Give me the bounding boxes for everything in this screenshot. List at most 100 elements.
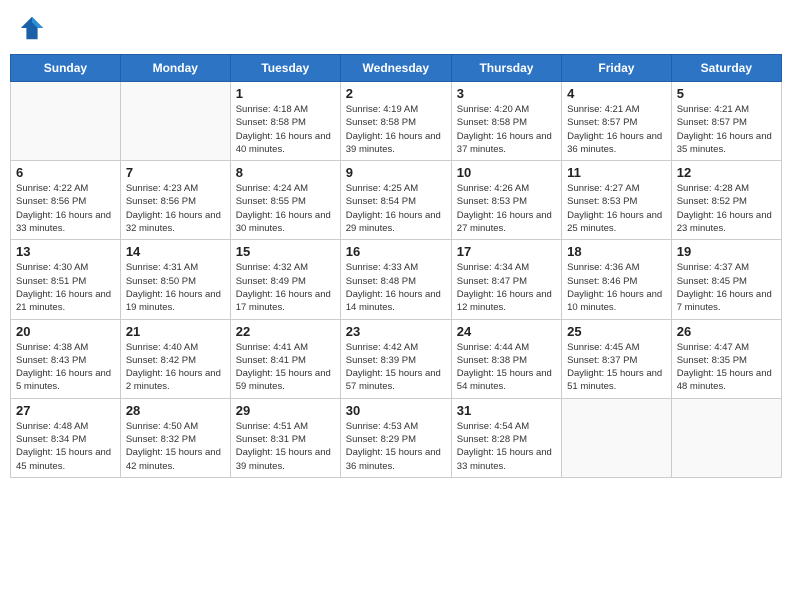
page-header <box>10 10 782 46</box>
calendar-cell <box>562 398 672 477</box>
logo <box>18 14 50 42</box>
calendar-week-row-2: 6 Sunrise: 4:22 AM Sunset: 8:56 PM Daylig… <box>11 161 782 240</box>
day-info: Sunrise: 4:19 AM Sunset: 8:58 PM Dayligh… <box>346 103 446 156</box>
day-info: Sunrise: 4:27 AM Sunset: 8:53 PM Dayligh… <box>567 182 666 235</box>
day-info: Sunrise: 4:51 AM Sunset: 8:31 PM Dayligh… <box>236 420 335 473</box>
day-info: Sunrise: 4:44 AM Sunset: 8:38 PM Dayligh… <box>457 341 556 394</box>
calendar-cell: 1 Sunrise: 4:18 AM Sunset: 8:58 PM Daylig… <box>230 82 340 161</box>
day-number: 22 <box>236 324 335 339</box>
calendar-cell: 7 Sunrise: 4:23 AM Sunset: 8:56 PM Daylig… <box>120 161 230 240</box>
day-info: Sunrise: 4:18 AM Sunset: 8:58 PM Dayligh… <box>236 103 335 156</box>
weekday-header-row: SundayMondayTuesdayWednesdayThursdayFrid… <box>11 55 782 82</box>
calendar-cell: 30 Sunrise: 4:53 AM Sunset: 8:29 PM Dayli… <box>340 398 451 477</box>
weekday-header-tuesday: Tuesday <box>230 55 340 82</box>
day-info: Sunrise: 4:45 AM Sunset: 8:37 PM Dayligh… <box>567 341 666 394</box>
calendar-table: SundayMondayTuesdayWednesdayThursdayFrid… <box>10 54 782 478</box>
day-number: 11 <box>567 165 666 180</box>
day-number: 20 <box>16 324 115 339</box>
day-info: Sunrise: 4:54 AM Sunset: 8:28 PM Dayligh… <box>457 420 556 473</box>
calendar-cell: 3Sunrise: 4:20 AM Sunset: 8:58 PM Daylig… <box>451 82 561 161</box>
day-number: 7 <box>126 165 225 180</box>
day-info: Sunrise: 4:50 AM Sunset: 8:32 PM Dayligh… <box>126 420 225 473</box>
day-number: 3 <box>457 86 556 101</box>
day-info: Sunrise: 4:32 AM Sunset: 8:49 PM Dayligh… <box>236 261 335 314</box>
day-info: Sunrise: 4:37 AM Sunset: 8:45 PM Dayligh… <box>677 261 776 314</box>
day-info: Sunrise: 4:53 AM Sunset: 8:29 PM Dayligh… <box>346 420 446 473</box>
calendar-cell: 28 Sunrise: 4:50 AM Sunset: 8:32 PM Dayli… <box>120 398 230 477</box>
day-number: 2 <box>346 86 446 101</box>
calendar-cell: 22Sunrise: 4:41 AM Sunset: 8:41 PM Dayli… <box>230 319 340 398</box>
day-info: Sunrise: 4:34 AM Sunset: 8:47 PM Dayligh… <box>457 261 556 314</box>
day-number: 15 <box>236 244 335 259</box>
weekday-header-saturday: Saturday <box>671 55 781 82</box>
day-number: 28 <box>126 403 225 418</box>
calendar-cell: 21Sunrise: 4:40 AM Sunset: 8:42 PM Dayli… <box>120 319 230 398</box>
calendar-cell: 9Sunrise: 4:25 AM Sunset: 8:54 PM Daylig… <box>340 161 451 240</box>
calendar-cell: 5Sunrise: 4:21 AM Sunset: 8:57 PM Daylig… <box>671 82 781 161</box>
day-number: 29 <box>236 403 335 418</box>
day-number: 26 <box>677 324 776 339</box>
calendar-cell: 6 Sunrise: 4:22 AM Sunset: 8:56 PM Daylig… <box>11 161 121 240</box>
calendar-cell <box>120 82 230 161</box>
calendar-cell: 15 Sunrise: 4:32 AM Sunset: 8:49 PM Dayli… <box>230 240 340 319</box>
calendar-week-row-4: 20 Sunrise: 4:38 AM Sunset: 8:43 PM Dayli… <box>11 319 782 398</box>
day-info: Sunrise: 4:36 AM Sunset: 8:46 PM Dayligh… <box>567 261 666 314</box>
calendar-cell: 12Sunrise: 4:28 AM Sunset: 8:52 PM Dayli… <box>671 161 781 240</box>
calendar-cell: 4 Sunrise: 4:21 AM Sunset: 8:57 PM Daylig… <box>562 82 672 161</box>
calendar-cell <box>11 82 121 161</box>
day-info: Sunrise: 4:48 AM Sunset: 8:34 PM Dayligh… <box>16 420 115 473</box>
calendar-cell: 23 Sunrise: 4:42 AM Sunset: 8:39 PM Dayli… <box>340 319 451 398</box>
day-number: 23 <box>346 324 446 339</box>
day-number: 13 <box>16 244 115 259</box>
day-number: 5 <box>677 86 776 101</box>
day-info: Sunrise: 4:47 AM Sunset: 8:35 PM Dayligh… <box>677 341 776 394</box>
day-info: Sunrise: 4:23 AM Sunset: 8:56 PM Dayligh… <box>126 182 225 235</box>
day-info: Sunrise: 4:28 AM Sunset: 8:52 PM Dayligh… <box>677 182 776 235</box>
calendar-cell: 24 Sunrise: 4:44 AM Sunset: 8:38 PM Dayli… <box>451 319 561 398</box>
day-number: 14 <box>126 244 225 259</box>
calendar-week-row-5: 27 Sunrise: 4:48 AM Sunset: 8:34 PM Dayli… <box>11 398 782 477</box>
calendar-cell: 8 Sunrise: 4:24 AM Sunset: 8:55 PM Daylig… <box>230 161 340 240</box>
day-info: Sunrise: 4:24 AM Sunset: 8:55 PM Dayligh… <box>236 182 335 235</box>
logo-icon <box>18 14 46 42</box>
day-number: 4 <box>567 86 666 101</box>
weekday-header-sunday: Sunday <box>11 55 121 82</box>
day-info: Sunrise: 4:21 AM Sunset: 8:57 PM Dayligh… <box>567 103 666 156</box>
day-info: Sunrise: 4:40 AM Sunset: 8:42 PM Dayligh… <box>126 341 225 394</box>
day-info: Sunrise: 4:30 AM Sunset: 8:51 PM Dayligh… <box>16 261 115 314</box>
calendar-cell: 26 Sunrise: 4:47 AM Sunset: 8:35 PM Dayli… <box>671 319 781 398</box>
calendar-cell: 11 Sunrise: 4:27 AM Sunset: 8:53 PM Dayli… <box>562 161 672 240</box>
day-info: Sunrise: 4:25 AM Sunset: 8:54 PM Dayligh… <box>346 182 446 235</box>
day-info: Sunrise: 4:38 AM Sunset: 8:43 PM Dayligh… <box>16 341 115 394</box>
day-number: 8 <box>236 165 335 180</box>
day-number: 27 <box>16 403 115 418</box>
calendar-week-row-1: 1 Sunrise: 4:18 AM Sunset: 8:58 PM Daylig… <box>11 82 782 161</box>
calendar-cell <box>671 398 781 477</box>
day-info: Sunrise: 4:22 AM Sunset: 8:56 PM Dayligh… <box>16 182 115 235</box>
day-number: 31 <box>457 403 556 418</box>
day-info: Sunrise: 4:31 AM Sunset: 8:50 PM Dayligh… <box>126 261 225 314</box>
calendar-cell: 31 Sunrise: 4:54 AM Sunset: 8:28 PM Dayli… <box>451 398 561 477</box>
weekday-header-friday: Friday <box>562 55 672 82</box>
day-number: 16 <box>346 244 446 259</box>
day-number: 19 <box>677 244 776 259</box>
day-info: Sunrise: 4:33 AM Sunset: 8:48 PM Dayligh… <box>346 261 446 314</box>
weekday-header-thursday: Thursday <box>451 55 561 82</box>
calendar-cell: 25 Sunrise: 4:45 AM Sunset: 8:37 PM Dayli… <box>562 319 672 398</box>
day-info: Sunrise: 4:26 AM Sunset: 8:53 PM Dayligh… <box>457 182 556 235</box>
calendar-cell: 17 Sunrise: 4:34 AM Sunset: 8:47 PM Dayli… <box>451 240 561 319</box>
weekday-header-monday: Monday <box>120 55 230 82</box>
day-number: 17 <box>457 244 556 259</box>
day-number: 30 <box>346 403 446 418</box>
weekday-header-wednesday: Wednesday <box>340 55 451 82</box>
calendar-cell: 16 Sunrise: 4:33 AM Sunset: 8:48 PM Dayli… <box>340 240 451 319</box>
day-number: 6 <box>16 165 115 180</box>
calendar-cell: 14 Sunrise: 4:31 AM Sunset: 8:50 PM Dayli… <box>120 240 230 319</box>
day-number: 1 <box>236 86 335 101</box>
day-number: 18 <box>567 244 666 259</box>
day-info: Sunrise: 4:42 AM Sunset: 8:39 PM Dayligh… <box>346 341 446 394</box>
day-number: 25 <box>567 324 666 339</box>
calendar-cell: 18 Sunrise: 4:36 AM Sunset: 8:46 PM Dayli… <box>562 240 672 319</box>
calendar-week-row-3: 13 Sunrise: 4:30 AM Sunset: 8:51 PM Dayli… <box>11 240 782 319</box>
day-number: 24 <box>457 324 556 339</box>
